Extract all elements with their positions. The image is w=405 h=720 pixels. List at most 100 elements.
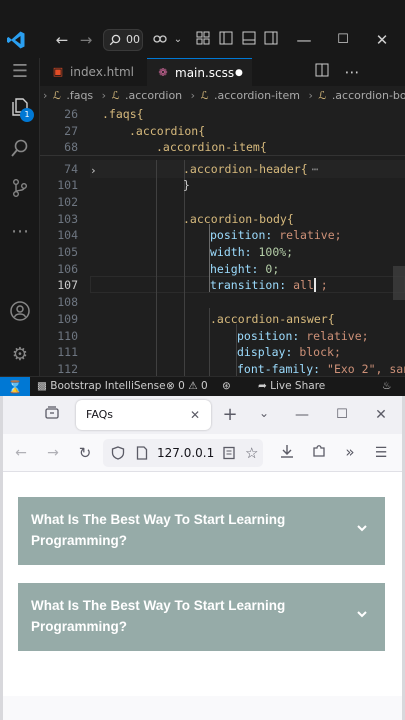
maximize-icon[interactable]: ☐ bbox=[333, 30, 353, 50]
source-control-icon[interactable] bbox=[8, 178, 32, 202]
accounts-icon[interactable] bbox=[8, 300, 32, 324]
chevron-down-icon[interactable]: ⌄ bbox=[254, 403, 274, 423]
editor-more-icon[interactable]: ⋯ bbox=[342, 62, 362, 82]
line-number: 107 bbox=[57, 278, 78, 293]
code-text: height: 0; bbox=[210, 261, 279, 278]
chevron-down-icon[interactable] bbox=[355, 521, 369, 535]
close-window-icon[interactable]: ✕ bbox=[371, 405, 391, 425]
code-line[interactable]: 68 .accordion-item{ bbox=[40, 139, 405, 156]
code-line[interactable]: 111 display: block; bbox=[40, 344, 405, 361]
code-line[interactable]: 105 width: 100%; bbox=[40, 244, 405, 261]
new-tab-plus-icon[interactable]: + bbox=[220, 405, 240, 425]
vertical-scrollbar[interactable] bbox=[393, 266, 405, 300]
more-icon[interactable]: ⋯ bbox=[8, 220, 32, 244]
ports-icon[interactable]: ⊛ bbox=[222, 377, 231, 396]
split-editor-icon[interactable] bbox=[312, 62, 332, 82]
reload-icon[interactable]: ↻ bbox=[75, 443, 95, 463]
live-share-status[interactable]: ➦ Live Share bbox=[258, 377, 325, 396]
code-text: width: 100%; bbox=[210, 244, 293, 261]
code-line[interactable]: 101} bbox=[40, 177, 405, 194]
downloads-icon[interactable] bbox=[277, 443, 297, 463]
extensions-puzzle-icon[interactable] bbox=[309, 443, 329, 463]
breadcrumb-item[interactable]: .accordion bbox=[125, 89, 182, 102]
code-line[interactable]: 26 .faqs{ bbox=[40, 106, 405, 123]
unsaved-dot-icon[interactable]: ● bbox=[235, 59, 243, 87]
search-icon[interactable] bbox=[8, 138, 32, 162]
breadcrumb: › ℒ .faqs › ℒ .accordion › ℒ .accordion-… bbox=[40, 86, 405, 106]
minimize-icon[interactable]: — bbox=[294, 30, 314, 50]
faq-accordion-item[interactable]: What Is The Best Way To Start Learning P… bbox=[18, 583, 385, 651]
tab-index-html[interactable]: ▣ index.html bbox=[40, 58, 146, 86]
code-text: .accordion-body{ bbox=[183, 211, 294, 228]
code-line[interactable]: 110 position: relative; bbox=[40, 328, 405, 345]
toggle-panel-icon[interactable] bbox=[239, 30, 259, 50]
shield-icon[interactable] bbox=[111, 446, 125, 460]
breadcrumb-item[interactable]: .accordion-body bbox=[332, 89, 405, 102]
code-editor[interactable]: 26 .faqs{27 .accordion{68 .accordion-item{7… bbox=[40, 106, 405, 376]
tab-list-icon[interactable] bbox=[42, 405, 62, 425]
fold-chevron-icon[interactable]: › bbox=[90, 164, 100, 177]
chevron-right-icon: › bbox=[308, 89, 313, 102]
command-center-search[interactable]: 00 bbox=[103, 29, 143, 51]
page-icon[interactable] bbox=[136, 446, 148, 460]
code-line[interactable]: 102 bbox=[40, 194, 405, 211]
more-tools-chevron-icon[interactable]: » bbox=[340, 442, 360, 462]
css-property: display: bbox=[237, 345, 293, 360]
css-value: relative; bbox=[306, 328, 369, 343]
warning-icon: ⚠ bbox=[188, 380, 198, 392]
hamburger-menu-icon[interactable]: ☰ bbox=[371, 443, 391, 463]
bookmark-star-icon[interactable]: ☆ bbox=[245, 439, 258, 467]
copilot-icon[interactable] bbox=[150, 30, 170, 50]
css-value: all ; bbox=[293, 278, 328, 293]
chevron-down-icon[interactable]: ⌄ bbox=[168, 30, 188, 50]
code-line[interactable]: 27 .accordion{ bbox=[40, 123, 405, 140]
reader-view-icon[interactable] bbox=[222, 446, 236, 460]
code-line[interactable]: 109 .accordion-answer{ bbox=[40, 311, 405, 328]
back-arrow-icon[interactable]: ← bbox=[11, 443, 31, 463]
css-value: relative; bbox=[279, 228, 342, 243]
forward-arrow-icon[interactable]: → bbox=[76, 30, 96, 50]
layout-customize-icon[interactable] bbox=[193, 30, 213, 50]
maximize-icon[interactable]: ☐ bbox=[332, 405, 352, 425]
toggle-secondary-sidebar-icon[interactable] bbox=[261, 30, 281, 50]
settings-gear-icon[interactable]: ⚙ bbox=[8, 343, 32, 367]
line-number: 110 bbox=[57, 328, 78, 343]
line-number: 27 bbox=[64, 123, 78, 138]
back-arrow-icon[interactable]: ← bbox=[52, 30, 72, 50]
breadcrumb-item[interactable]: .accordion-item bbox=[214, 89, 300, 102]
breadcrumb-item[interactable]: .faqs bbox=[66, 89, 93, 102]
close-tab-icon[interactable]: ✕ bbox=[190, 400, 200, 430]
chevron-down-icon[interactable] bbox=[355, 607, 369, 621]
error-icon: ⊗ bbox=[166, 380, 175, 392]
toggle-sidebar-icon[interactable] bbox=[216, 30, 236, 50]
css-selector: .faqs{ bbox=[102, 107, 144, 121]
tab-main-scss[interactable]: ❁ main.scss ● bbox=[147, 58, 252, 86]
minimize-icon[interactable]: — bbox=[292, 405, 312, 425]
explorer-badge: 1 bbox=[20, 108, 34, 122]
error-count: 0 bbox=[178, 380, 185, 392]
code-text: transition: all ; bbox=[210, 277, 328, 294]
code-line[interactable]: 106 height: 0; bbox=[40, 261, 405, 278]
problems-status[interactable]: ⊗ 0 ⚠ 0 bbox=[166, 377, 208, 396]
live-share-label: Live Share bbox=[270, 380, 326, 392]
notifications-bell-icon[interactable]: ♨ bbox=[382, 377, 391, 396]
close-icon[interactable]: ✕ bbox=[372, 30, 392, 50]
remote-icon[interactable]: ⌛ bbox=[0, 377, 30, 397]
line-number: 101 bbox=[57, 178, 78, 193]
url-bar[interactable]: 127.0.0.1 ☆ bbox=[103, 439, 263, 467]
css-value: 100%; bbox=[258, 245, 294, 259]
code-line[interactable]: 104 position: relative; bbox=[40, 227, 405, 244]
line-number: 111 bbox=[57, 345, 78, 360]
browser-tab-faqs[interactable]: FAQs ✕ bbox=[76, 400, 211, 430]
code-line[interactable]: 108 bbox=[40, 294, 405, 311]
code-text: .accordion-item{ bbox=[156, 139, 267, 156]
url-text: 127.0.0.1 bbox=[157, 446, 215, 460]
code-line[interactable]: 112 font-family: "Exo 2", san bbox=[40, 361, 405, 376]
code-line[interactable]: 103 .accordion-body{ bbox=[40, 211, 405, 228]
code-line[interactable]: 107 transition: all ; bbox=[40, 277, 405, 294]
forward-arrow-icon[interactable]: → bbox=[43, 443, 63, 463]
folded-ellipsis[interactable]: ⋯ bbox=[312, 162, 319, 176]
menu-icon[interactable]: ☰ bbox=[8, 60, 32, 84]
intellisense-status[interactable]: ▩ Bootstrap IntelliSense bbox=[37, 377, 166, 396]
faq-accordion-item[interactable]: What Is The Best Way To Start Learning P… bbox=[18, 497, 385, 565]
